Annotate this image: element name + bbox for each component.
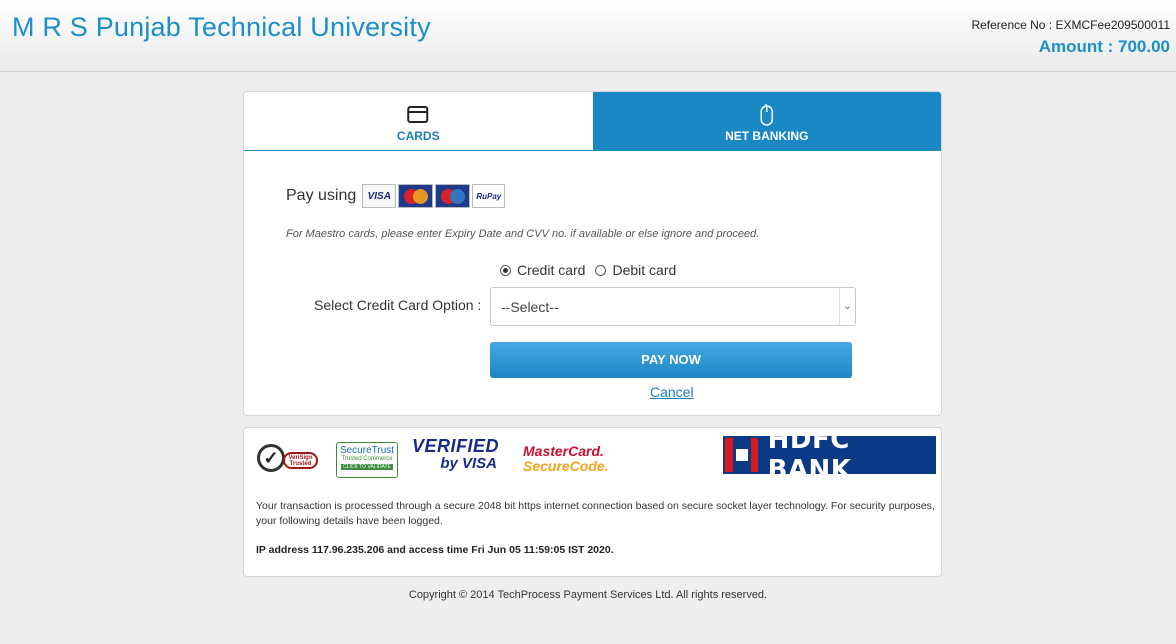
vbv-line1: VERIFIED — [412, 436, 500, 456]
verisign-badge[interactable]: ✓ VeriSign Trusted — [257, 442, 320, 478]
payment-amount: Amount : 700.00 — [1038, 37, 1170, 56]
pay-using-row: Pay using VISA RuPay — [286, 184, 506, 208]
payment-tabs: CARDS NET BANKING — [244, 92, 941, 151]
pay-using-label: Pay using — [286, 187, 357, 204]
university-title: M R S Punjab Technical University — [12, 12, 431, 42]
mcsc-line1: MasterCard. — [523, 443, 604, 459]
security-notice: Your transaction is processed through a … — [256, 500, 935, 527]
card-logos: VISA RuPay — [362, 184, 506, 208]
mcsc-line2: SecureCode. — [523, 458, 609, 474]
credit-card-radio[interactable] — [500, 264, 511, 276]
card-option-select[interactable]: --Select-- ⌄ — [490, 287, 856, 326]
copyright-text: Copyright © 2014 TechProcess Payment Ser… — [408, 589, 768, 601]
verisign-label: VeriSign Trusted — [283, 452, 318, 469]
debit-card-radio[interactable] — [595, 264, 607, 276]
maestro-note: For Maestro cards, please enter Expiry D… — [286, 228, 760, 240]
debit-card-label[interactable]: Debit card — [612, 262, 676, 278]
page-header: M R S Punjab Technical University Refere… — [0, 0, 1176, 72]
maestro-logo — [435, 184, 471, 208]
select-card-option-label: Select Credit Card Option : — [314, 297, 482, 313]
securetrust-validate: CLICK TO VALIDATE — [341, 464, 393, 470]
chevron-down-icon: ⌄ — [839, 288, 855, 325]
card-option-select-value: --Select-- — [501, 299, 559, 315]
payment-panel: CARDS NET BANKING Pay using VISA RuPay F… — [243, 91, 942, 416]
ip-log-text: IP address 117.96.235.206 and access tim… — [256, 544, 614, 556]
tab-cards-label: CARDS — [396, 129, 440, 143]
credit-card-label[interactable]: Credit card — [517, 262, 585, 278]
securetrust-badge[interactable]: SecureTrust Trusted Commerce CLICK TO VA… — [336, 442, 398, 478]
hdfc-bank-logo: HDFC BANK — [723, 425, 936, 485]
mouse-icon — [760, 104, 773, 126]
hdfc-bank-name: HDFC BANK — [767, 425, 852, 485]
credit-card-icon — [407, 106, 429, 123]
visa-logo: VISA — [362, 184, 397, 208]
securetrust-subtitle: Trusted Commerce — [341, 456, 393, 462]
vbv-line2: by VISA — [440, 455, 497, 472]
rupay-logo: RuPay — [472, 184, 506, 208]
tab-net-banking-label: NET BANKING — [725, 129, 809, 143]
mastercard-securecode-badge: MasterCard. SecureCode. — [523, 444, 613, 478]
verified-by-visa-badge: VERIFIED by VISA — [412, 436, 500, 480]
trust-panel: ✓ VeriSign Trusted SecureTrust Trusted C… — [243, 425, 942, 577]
securetrust-title: SecureTrust — [339, 445, 395, 456]
card-type-options: Credit card Debit card — [500, 262, 676, 278]
tab-cards[interactable]: CARDS — [244, 92, 593, 150]
mastercard-logo — [398, 184, 434, 208]
cancel-link[interactable]: Cancel — [650, 384, 694, 400]
checkmark-icon: ✓ — [257, 444, 285, 472]
pay-now-button[interactable]: PAY NOW — [490, 342, 852, 378]
reference-number: Reference No : EXMCFee209500011 — [971, 18, 1170, 32]
tab-net-banking[interactable]: NET BANKING — [592, 92, 941, 150]
hdfc-logo-icon — [725, 438, 758, 472]
